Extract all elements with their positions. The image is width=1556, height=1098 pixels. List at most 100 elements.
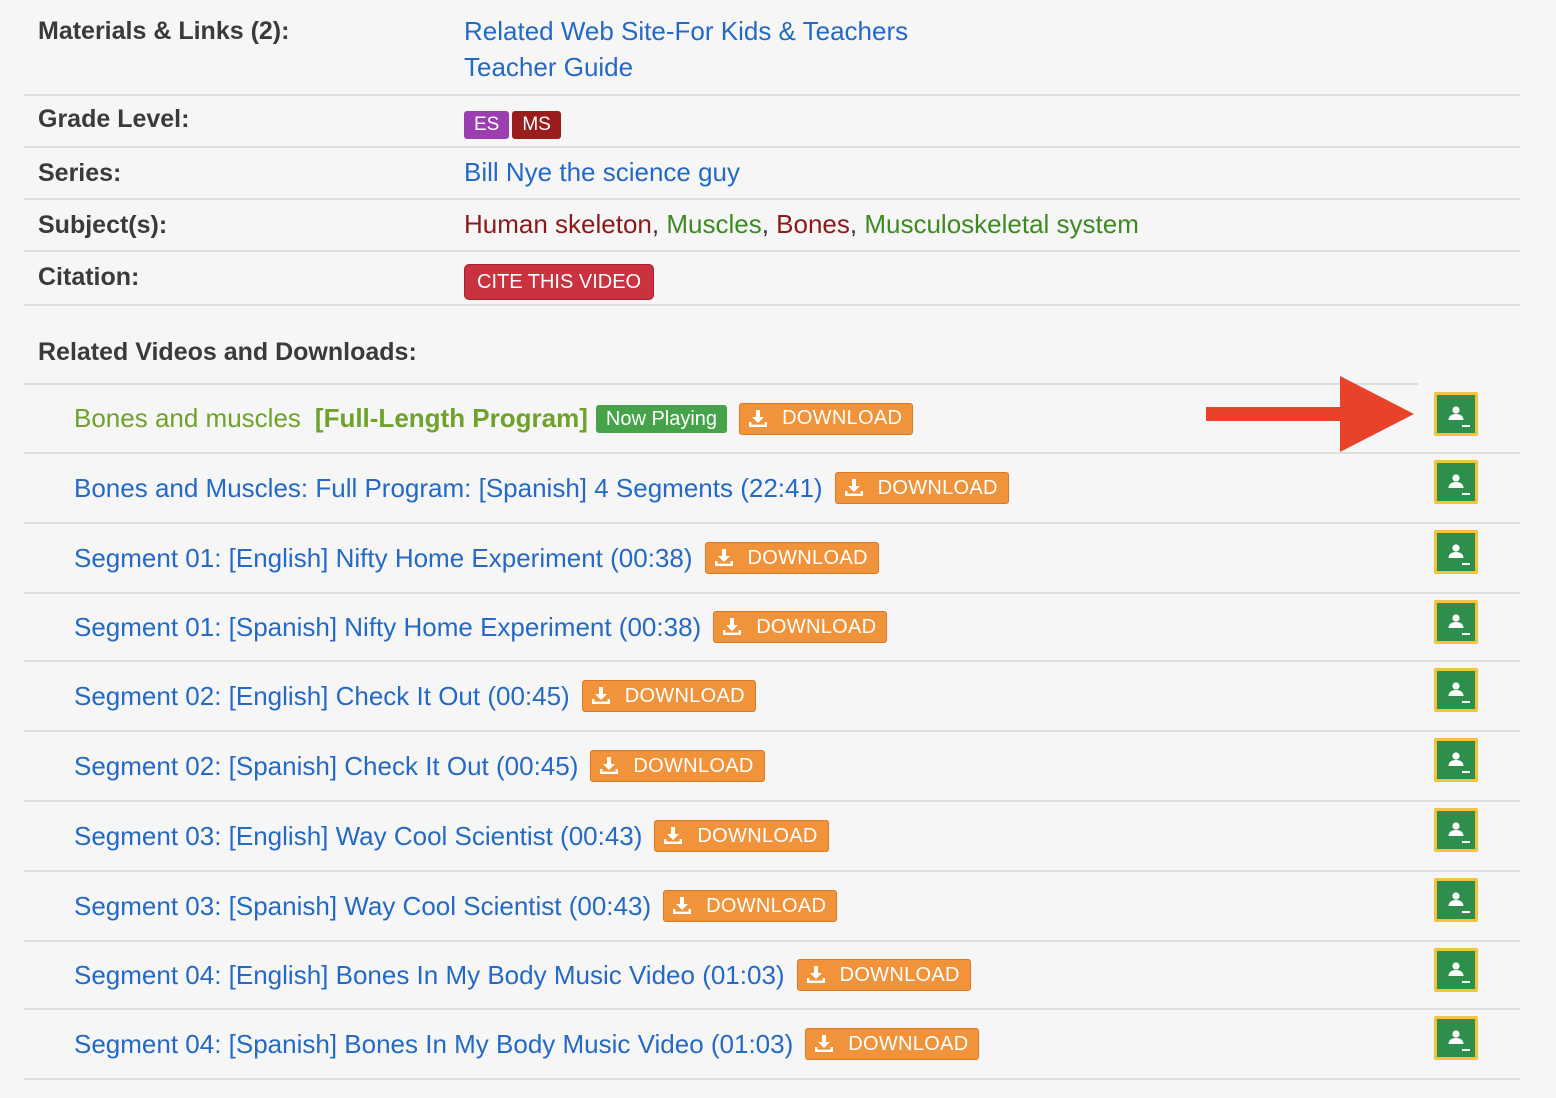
share-to-classroom-button[interactable] <box>1434 392 1478 436</box>
download-button[interactable]: DOWNLOAD <box>590 750 765 782</box>
subject-bones[interactable]: Bones <box>776 209 850 239</box>
download-icon <box>844 479 863 496</box>
download-icon <box>815 1035 834 1052</box>
video-title-link[interactable]: Bones and Muscles: Full Program: [Spanis… <box>74 473 823 504</box>
subject-separator: , <box>761 209 777 239</box>
video-title-link[interactable]: Segment 03: [Spanish] Way Cool Scientist… <box>74 891 651 922</box>
download-button[interactable]: DOWNLOAD <box>663 890 838 922</box>
series-value: Bill Nye the science guy <box>464 154 740 190</box>
video-row: Segment 02: [English] Check It Out (00:4… <box>24 662 1520 732</box>
video-row: Segment 03: [Spanish] Way Cool Scientist… <box>24 872 1520 942</box>
download-label: DOWNLOAD <box>706 894 827 917</box>
google-classroom-icon <box>1448 544 1470 565</box>
video-row: Segment 02: [Spanish] Check It Out (00:4… <box>24 732 1520 802</box>
google-classroom-icon <box>1448 822 1470 843</box>
subject-musculoskeletal-system[interactable]: Musculoskeletal system <box>864 209 1139 239</box>
share-to-classroom-button[interactable] <box>1434 878 1478 922</box>
google-classroom-icon <box>1448 962 1470 983</box>
subject-human-skeleton[interactable]: Human skeleton <box>464 209 652 239</box>
download-icon <box>673 897 692 914</box>
video-row: Segment 04: [Spanish] Bones In My Body M… <box>24 1010 1520 1080</box>
download-label: DOWNLOAD <box>697 824 818 847</box>
google-classroom-icon <box>1448 752 1470 773</box>
share-to-classroom-button[interactable] <box>1434 600 1478 644</box>
video-row-content: Segment 04: [Spanish] Bones In My Body M… <box>74 1028 980 1060</box>
video-row-content: Segment 02: [English] Check It Out (00:4… <box>74 680 756 712</box>
share-to-classroom-button[interactable] <box>1434 460 1478 504</box>
video-title-link[interactable]: Segment 03: [English] Way Cool Scientist… <box>74 821 642 852</box>
download-button[interactable]: DOWNLOAD <box>805 1028 980 1060</box>
full-length-tag: [Full-Length Program] <box>314 403 588 433</box>
download-label: DOWNLOAD <box>848 1032 969 1055</box>
teacher-guide-link[interactable]: Teacher Guide <box>464 52 633 82</box>
series-link[interactable]: Bill Nye the science guy <box>464 157 740 187</box>
video-row: Segment 04: [English] Bones In My Body M… <box>24 942 1520 1010</box>
download-icon <box>600 757 619 774</box>
video-row: Bones and Muscles: Full Program: [Spanis… <box>24 454 1520 524</box>
citation-label: Citation: <box>38 263 140 291</box>
google-classroom-icon <box>1448 1030 1470 1051</box>
download-button[interactable]: DOWNLOAD <box>704 542 879 574</box>
download-button[interactable]: DOWNLOAD <box>796 959 971 991</box>
share-to-classroom-button[interactable] <box>1434 668 1478 712</box>
citation-row: Citation: CITE THIS VIDEO <box>24 252 1520 306</box>
download-icon <box>749 409 768 427</box>
subject-separator: , <box>651 209 667 239</box>
subjects-list: Human skeleton, Muscles, Bones, Musculos… <box>464 206 1139 242</box>
related-website-link[interactable]: Related Web Site-For Kids & Teachers <box>464 16 908 46</box>
google-classroom-icon <box>1448 682 1470 703</box>
video-title-link[interactable]: Segment 02: [English] Check It Out (00:4… <box>74 681 570 712</box>
video-row-content: Segment 02: [Spanish] Check It Out (00:4… <box>74 750 765 782</box>
video-row-content: Segment 03: [Spanish] Way Cool Scientist… <box>74 890 838 922</box>
download-button[interactable]: DOWNLOAD <box>654 820 829 852</box>
video-details: Materials & Links (2): Related Web Site-… <box>24 0 1520 1080</box>
cite-this-video-button[interactable]: CITE THIS VIDEO <box>464 264 655 301</box>
download-icon <box>714 549 733 566</box>
video-title-link[interactable]: Segment 01: [English] Nifty Home Experim… <box>74 543 693 574</box>
google-classroom-icon <box>1448 892 1470 913</box>
grade-badges: ES MS <box>464 102 564 141</box>
subject-muscles[interactable]: Muscles <box>666 209 761 239</box>
subjects-row: Subject(s): Human skeleton, Muscles, Bon… <box>24 200 1520 252</box>
google-classroom-icon <box>1448 614 1470 635</box>
grade-row: Grade Level: ES MS <box>24 96 1520 148</box>
download-label: DOWNLOAD <box>877 476 998 499</box>
download-button[interactable]: DOWNLOAD <box>581 680 756 712</box>
share-to-classroom-button[interactable] <box>1434 948 1478 992</box>
video-row-content: Segment 01: [English] Nifty Home Experim… <box>74 542 879 574</box>
video-title-link[interactable]: Segment 02: [Spanish] Check It Out (00:4… <box>74 751 578 782</box>
red-arrow-annotation <box>1206 376 1414 452</box>
share-to-classroom-button[interactable] <box>1434 738 1478 782</box>
grade-badge-ms[interactable]: MS <box>512 111 561 140</box>
download-label: DOWNLOAD <box>633 754 754 777</box>
download-icon <box>723 618 742 635</box>
related-videos-title: Related Videos and Downloads: <box>38 338 417 366</box>
materials-label: Materials & Links (2): <box>38 17 290 45</box>
video-row: Segment 01: [Spanish] Nifty Home Experim… <box>24 594 1520 662</box>
video-row-content: Bones and muscles [Full-Length Program] No… <box>74 402 914 435</box>
share-to-classroom-button[interactable] <box>1434 1016 1478 1060</box>
materials-links: Related Web Site-For Kids & Teachers Tea… <box>464 13 908 85</box>
download-icon <box>806 966 825 983</box>
video-title-link[interactable]: Segment 04: [Spanish] Bones In My Body M… <box>74 1029 793 1060</box>
download-button[interactable]: DOWNLOAD <box>834 472 1009 504</box>
download-button[interactable]: DOWNLOAD <box>739 402 914 435</box>
now-playing-badge: Now Playing <box>595 404 728 433</box>
video-title-link[interactable]: Segment 04: [English] Bones In My Body M… <box>74 960 785 991</box>
video-row: Segment 01: [English] Nifty Home Experim… <box>24 524 1520 594</box>
video-title-link[interactable]: Bones and muscles <box>74 403 301 434</box>
series-label: Series: <box>38 159 122 187</box>
download-label: DOWNLOAD <box>782 407 903 429</box>
subjects-label: Subject(s): <box>38 211 168 239</box>
video-row-content: Segment 03: [English] Way Cool Scientist… <box>74 820 829 852</box>
share-to-classroom-button[interactable] <box>1434 530 1478 574</box>
download-button[interactable]: DOWNLOAD <box>713 611 888 643</box>
grade-label: Grade Level: <box>38 105 190 133</box>
video-row-content: Segment 01: [Spanish] Nifty Home Experim… <box>74 611 888 643</box>
google-classroom-icon <box>1448 474 1470 495</box>
video-title-link[interactable]: Segment 01: [Spanish] Nifty Home Experim… <box>74 612 701 643</box>
series-row: Series: Bill Nye the science guy <box>24 148 1520 200</box>
download-label: DOWNLOAD <box>624 684 745 707</box>
grade-badge-es[interactable]: ES <box>464 111 510 140</box>
share-to-classroom-button[interactable] <box>1434 808 1478 852</box>
